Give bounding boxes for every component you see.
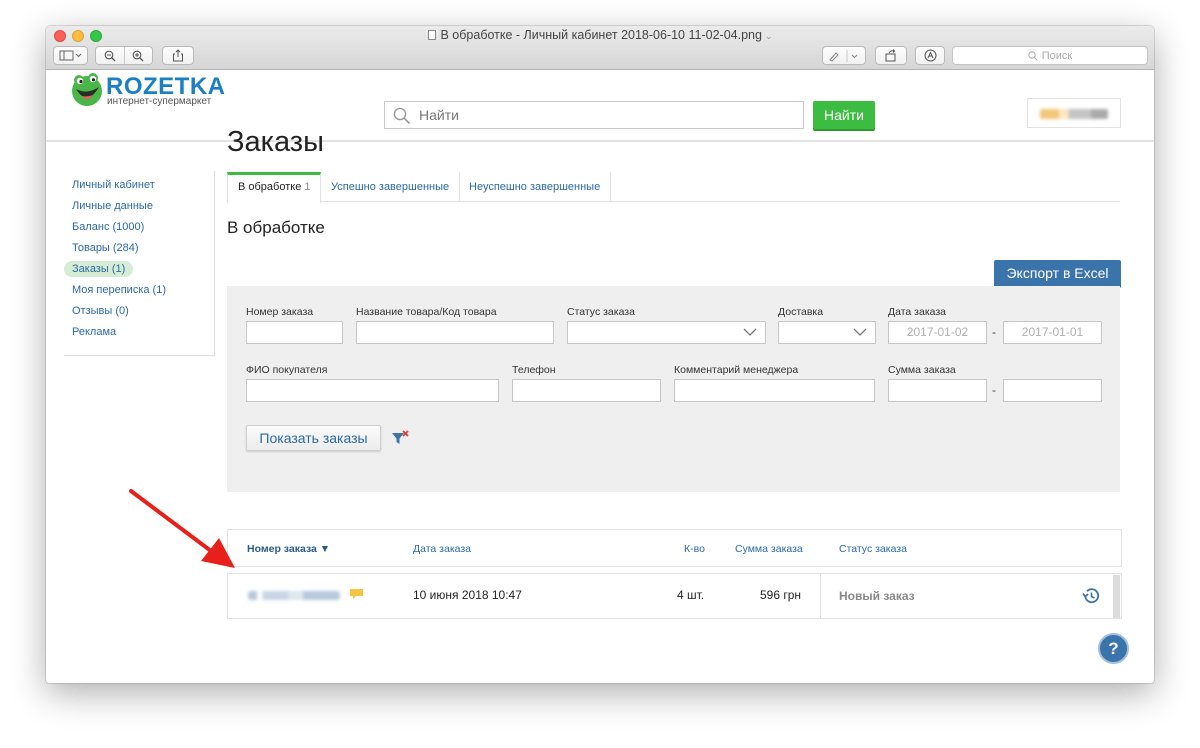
date-range-separator: - [992,325,996,339]
rotate-icon [885,49,896,62]
order-sum: 596 грн [760,588,802,602]
search-icon [393,107,411,125]
search-icon [1028,50,1038,61]
phone-input[interactable] [512,379,661,402]
site-search-input[interactable]: Найти [419,102,459,128]
app-window: В обработке - Личный кабинет 2018-06-10 … [46,26,1154,683]
product-label: Название товара/Код товара [356,306,497,318]
tab-in-progress[interactable]: В обработке 1 [227,172,322,203]
rotate-button[interactable] [875,46,907,65]
window-title: В обработке - Личный кабинет 2018-06-10 … [440,28,762,42]
column-order-number[interactable]: Номер заказа ▼ [247,543,330,555]
chevron-down-icon[interactable]: ⌄ [765,31,773,41]
rozetka-logo-icon[interactable] [70,73,104,107]
document-icon [427,30,436,40]
chevron-down-icon [853,328,867,336]
manager-comment-label: Комментарий менеджера [674,364,799,376]
page-title: Заказы [227,126,324,158]
section-title: В обработке [227,218,325,237]
window-search-placeholder: Поиск [1041,49,1073,62]
clear-filter-icon[interactable] [391,430,409,446]
order-date: 10 июня 2018 10:47 [413,588,522,602]
tab-successful[interactable]: Успешно завершенные [321,172,461,202]
sidebar-item-personal-data[interactable]: Личные данные [72,200,153,212]
order-number-label: Номер заказа [246,306,314,318]
row-scrollbar[interactable] [1113,575,1120,618]
column-order-date[interactable]: Дата заказа [413,543,471,555]
tab-in-progress-count: 1 [304,181,311,193]
buyer-name-input[interactable] [246,379,499,402]
find-button[interactable]: Найти [813,101,875,129]
sidebar-toggle-button[interactable] [53,46,88,65]
user-account-button[interactable] [1027,98,1121,128]
date-from-input[interactable]: 2017-01-02 [888,321,987,344]
window-search-field[interactable]: Поиск [952,46,1148,65]
table-row[interactable]: 10 июня 2018 10:47 4 шт. 596 грн Новый з… [227,573,1122,619]
phone-label: Телефон [512,364,556,376]
column-quantity[interactable]: К-во [684,543,705,555]
column-order-status[interactable]: Статус заказа [839,543,907,555]
chevron-down-icon [743,328,757,336]
order-status-label: Статус заказа [567,306,635,318]
delivery-label: Доставка [778,306,824,318]
sum-range-separator: - [992,383,996,397]
product-input[interactable] [356,321,554,344]
zoom-in-icon [132,50,144,61]
annotate-icon [924,49,936,62]
zoom-out-icon [104,50,116,61]
site-search-field[interactable]: Найти [384,101,804,129]
order-status-cell: Новый заказ [820,574,1115,618]
tab-in-progress-label: В обработке [238,181,302,193]
order-status-select[interactable] [567,321,766,344]
sidebar-item-advertising[interactable]: Реклама [72,326,116,338]
sidebar-item-reviews[interactable]: Отзывы (0) [72,305,129,317]
buyer-name-label: ФИО покупателя [246,364,328,376]
sidebar-item-messages[interactable]: Моя переписка (1) [72,284,166,296]
sidebar-item-orders[interactable]: Заказы (1) [64,261,134,277]
annotate-button[interactable] [915,46,945,65]
user-name-redacted [1040,109,1108,119]
history-icon[interactable] [1081,586,1101,606]
export-excel-button[interactable]: Экспорт в Excel [994,260,1121,286]
window-title-bar-text: В обработке - Личный кабинет 2018-06-10 … [46,28,1154,42]
manager-comment-input[interactable] [674,379,875,402]
markup-pen-icon [829,49,858,62]
show-orders-button[interactable]: Показать заказы [246,425,381,451]
orders-filter-panel: Номер заказа Название товара/Код товара … [227,286,1120,492]
annotation-arrow-icon [129,489,235,568]
share-icon [173,49,183,62]
sidebar-icon [59,50,81,61]
account-sidebar: Личный кабинет Личные данные Баланс (100… [64,171,215,356]
orders-tabs: В обработке 1 Успешно завершенные Неуспеш… [227,172,1120,203]
delivery-select[interactable] [778,321,876,344]
order-date-label: Дата заказа [888,306,947,318]
window-titlebar: В обработке - Личный кабинет 2018-06-10 … [46,26,1154,70]
order-number-redacted[interactable] [248,591,340,600]
date-to-input[interactable]: 2017-01-01 [1003,321,1102,344]
order-status: Новый заказ [839,589,915,603]
sum-to-input[interactable] [1003,379,1102,402]
markup-button[interactable] [822,46,866,65]
logo-tagline: интернет-супермаркет [107,96,212,107]
order-sum-label: Сумма заказа [888,364,956,376]
sidebar-item-account[interactable]: Личный кабинет [72,179,155,191]
sum-from-input[interactable] [888,379,987,402]
site-header: ROZETKA интернет-супермаркет Найти Найти [46,70,1154,142]
help-button[interactable]: ? [1098,633,1129,664]
sidebar-item-balance[interactable]: Баланс (1000) [72,221,144,233]
column-order-sum[interactable]: Сумма заказа [735,543,803,555]
orders-table-header: Номер заказа ▼ Дата заказа К-во Сумма за… [227,529,1122,567]
zoom-out-button[interactable] [96,50,124,62]
order-quantity: 4 шт. [677,588,705,602]
sidebar-item-products[interactable]: Товары (284) [72,242,139,254]
share-button[interactable] [162,46,194,65]
comment-icon[interactable] [349,588,364,600]
zoom-in-button[interactable] [125,50,153,62]
order-number-input[interactable] [246,321,343,344]
tab-unsuccessful[interactable]: Неуспешно завершенные [459,172,612,202]
zoom-button-group [95,46,153,65]
